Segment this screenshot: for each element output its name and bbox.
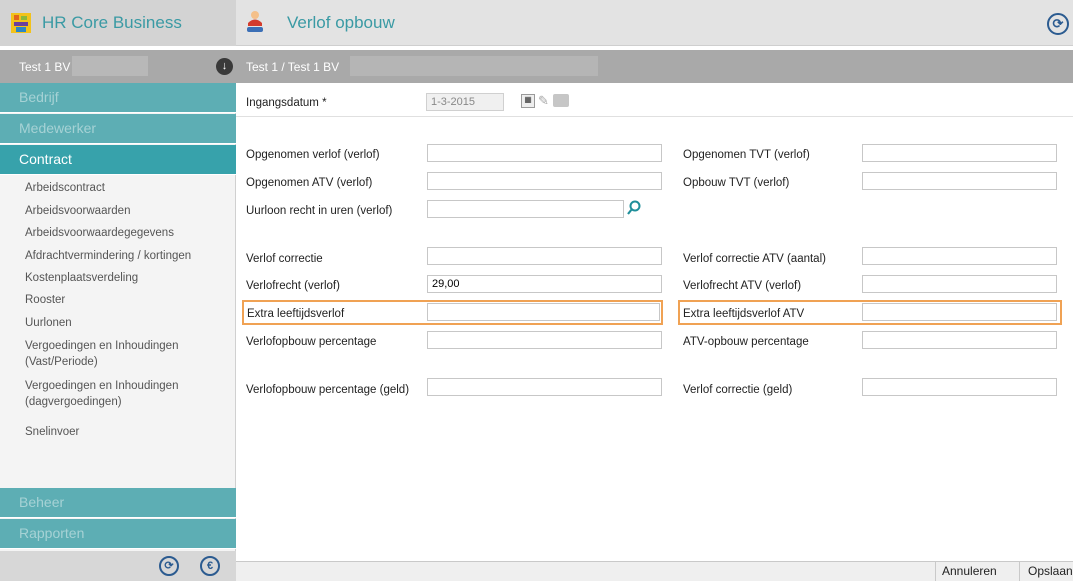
folder-icon[interactable] — [553, 94, 569, 107]
opgenomen-verlof-label: Opgenomen verlof (verlof) — [246, 149, 380, 161]
extra-leeftijdsverlof-atv-input[interactable] — [862, 303, 1057, 321]
opgenomen-atv-label: Opgenomen ATV (verlof) — [246, 177, 373, 189]
uurloon-recht-label: Uurloon recht in uren (verlof) — [246, 205, 393, 217]
verlofrecht-input[interactable] — [427, 275, 662, 293]
ingangsdatum-input[interactable] — [426, 93, 504, 111]
search-icon[interactable] — [627, 200, 641, 219]
divider — [935, 561, 936, 581]
verlof-correctie-geld-label: Verlof correctie (geld) — [683, 384, 793, 396]
calendar-icon[interactable]: ⟳ — [159, 556, 179, 576]
sidebar-section-rapporten[interactable]: Rapporten — [0, 519, 236, 549]
sidebar-item-arbeidsvoorwaarden[interactable]: Arbeidsvoorwaarden — [25, 203, 230, 219]
edit-icon[interactable]: ✎ — [538, 93, 549, 109]
verlof-correctie-input[interactable] — [427, 247, 662, 265]
opgenomen-tvt-label: Opgenomen TVT (verlof) — [683, 149, 810, 161]
sidebar-item-vergoedingen-dag[interactable]: Vergoedingen en Inhoudingen (dagvergoedi… — [25, 378, 210, 410]
sidebar-item-rooster[interactable]: Rooster — [25, 292, 230, 308]
opgenomen-verlof-input[interactable] — [427, 144, 662, 162]
verlof-correctie-label: Verlof correctie — [246, 253, 323, 265]
company-name: Test 1 BV — [19, 60, 71, 74]
verlofopbouw-percentage-geld-input[interactable] — [427, 378, 662, 396]
verlofopbouw-percentage-input[interactable] — [427, 331, 662, 349]
sidebar-item-snelinvoer[interactable]: Snelinvoer — [25, 424, 230, 440]
sidebar-item-arbeidsvoorwaardegegevens[interactable]: Arbeidsvoorwaardegegevens — [25, 225, 230, 241]
extra-leeftijdsverlof-input[interactable] — [427, 303, 660, 321]
verlof-correctie-geld-input[interactable] — [862, 378, 1057, 396]
extra-leeftijdsverlof-atv-label: Extra leeftijdsverlof ATV — [683, 308, 805, 320]
divider — [236, 116, 1073, 117]
sidebar-item-afdrachtvermindering[interactable]: Afdrachtvermindering / kortingen — [25, 248, 230, 264]
calendar-refresh-icon[interactable]: ⟳ — [1047, 13, 1069, 35]
sidebar-item-arbeidscontract[interactable]: Arbeidscontract — [25, 180, 230, 196]
sidebar-section-contract[interactable]: Contract — [0, 145, 236, 175]
sidebar-section-beheer[interactable]: Beheer — [0, 488, 236, 518]
breadcrumb-filter-field[interactable] — [350, 56, 598, 76]
divider — [1019, 561, 1020, 581]
verlofrecht-atv-input[interactable] — [862, 275, 1057, 293]
opbouw-tvt-input[interactable] — [862, 172, 1057, 190]
breadcrumb[interactable]: Test 1 / Test 1 BV — [246, 60, 339, 74]
atv-opbouw-percentage-input[interactable] — [862, 331, 1057, 349]
opgenomen-atv-input[interactable] — [427, 172, 662, 190]
vacation-person-icon — [244, 10, 266, 34]
verlofopbouw-percentage-label: Verlofopbouw percentage — [246, 336, 377, 348]
verlofrecht-label: Verlofrecht (verlof) — [246, 280, 340, 292]
sidebar-item-vergoedingen-vast[interactable]: Vergoedingen en Inhoudingen (Vast/Period… — [25, 338, 210, 370]
opgenomen-tvt-input[interactable] — [862, 144, 1057, 162]
cancel-button[interactable]: Annuleren — [942, 564, 997, 578]
ingangsdatum-label: Ingangsdatum * — [246, 97, 327, 109]
atv-opbouw-percentage-label: ATV-opbouw percentage — [683, 336, 809, 348]
opbouw-tvt-label: Opbouw TVT (verlof) — [683, 177, 790, 189]
chevron-down-icon[interactable]: ↓ — [216, 58, 233, 75]
verlof-correctie-atv-input[interactable] — [862, 247, 1057, 265]
company-filter-field[interactable] — [72, 56, 148, 76]
uurloon-recht-input[interactable] — [427, 200, 624, 218]
verlof-correctie-atv-label: Verlof correctie ATV (aantal) — [683, 253, 826, 265]
extra-leeftijdsverlof-label: Extra leeftijdsverlof — [247, 308, 345, 320]
calendar-icon[interactable]: ▦ — [521, 94, 535, 108]
app-title: HR Core Business — [42, 13, 182, 32]
sidebar-section-medewerker[interactable]: Medewerker — [0, 114, 236, 144]
sidebar-section-bedrijf[interactable]: Bedrijf — [0, 83, 236, 113]
page-title: Verlof opbouw — [287, 13, 395, 32]
app-logo-icon[interactable] — [10, 12, 32, 34]
verlofopbouw-percentage-geld-label: Verlofopbouw percentage (geld) — [246, 384, 410, 396]
euro-icon[interactable]: € — [200, 556, 220, 576]
sidebar-item-kostenplaatsverdeling[interactable]: Kostenplaatsverdeling — [25, 270, 230, 286]
save-button[interactable]: Opslaan — [1028, 564, 1073, 578]
sidebar-item-uurlonen[interactable]: Uurlonen — [25, 315, 230, 331]
verlofrecht-atv-label: Verlofrecht ATV (verlof) — [683, 280, 802, 292]
